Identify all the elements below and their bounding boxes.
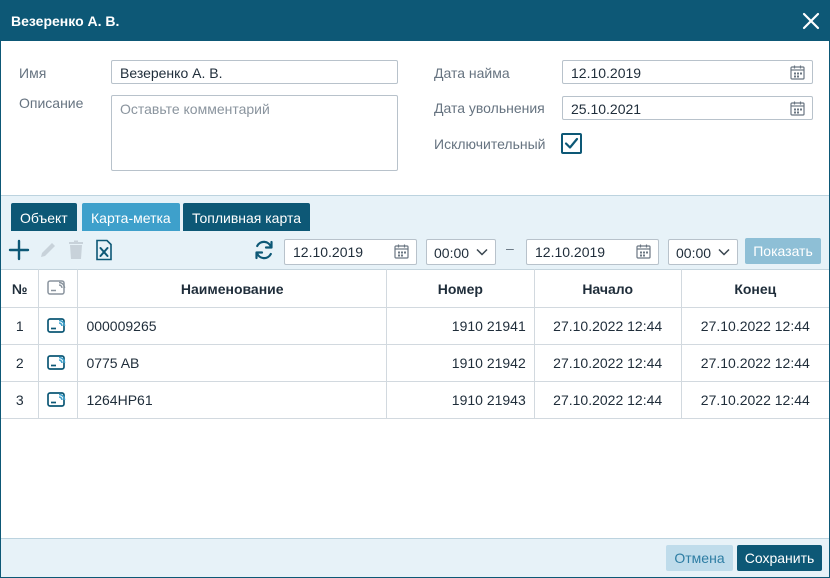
title-bar: Везеренко А. В. [1, 1, 829, 41]
date-to-value: 12.10.2019 [535, 244, 606, 260]
dialog-title: Везеренко А. В. [11, 13, 120, 29]
hire-date-input[interactable]: 12.10.2019 [562, 60, 813, 84]
row-number: 1910 21941 [385, 307, 535, 345]
date-to-input[interactable]: 12.10.2019 [526, 239, 659, 265]
dismiss-date-label: Дата увольнения [434, 100, 545, 116]
row-num: 1 [1, 307, 40, 345]
row-number: 1910 21943 [385, 381, 535, 419]
row-card-icon-cell [38, 381, 79, 419]
row-name: 000009265 [77, 307, 387, 345]
time-to-select[interactable]: 00:00 [668, 239, 738, 265]
time-from-value: 00:00 [434, 245, 470, 261]
row-number: 1910 21942 [385, 344, 535, 382]
table-row[interactable]: 3 1264HP61 1910 21943 27.10.2022 12:44 2… [1, 381, 829, 419]
column-header-name[interactable]: Наименование [77, 269, 387, 308]
exclusive-checkbox[interactable] [561, 133, 582, 154]
row-end: 27.10.2022 12:44 [680, 381, 829, 419]
time-to-value: 00:00 [676, 245, 712, 261]
name-input[interactable]: Везеренко А. В. [111, 60, 398, 84]
row-name: 0775 AB [77, 344, 387, 382]
time-from-select[interactable]: 00:00 [426, 239, 496, 265]
rfid-card-icon [47, 391, 66, 407]
rfid-card-icon [47, 354, 66, 370]
column-header-card-type[interactable] [38, 269, 79, 308]
show-button[interactable]: Показать [745, 238, 821, 264]
date-range-separator: – [506, 240, 514, 256]
check-icon [564, 137, 579, 149]
row-card-icon-cell [38, 307, 79, 345]
row-start: 27.10.2022 12:44 [533, 344, 682, 382]
dismiss-date-value: 25.10.2021 [571, 101, 642, 117]
cancel-button[interactable]: Отмена [666, 545, 733, 571]
description-textarea[interactable]: Оставьте комментарий [111, 95, 398, 171]
calendar-icon[interactable] [394, 244, 409, 259]
hire-date-value: 12.10.2019 [571, 65, 642, 81]
date-from-value: 12.10.2019 [293, 244, 364, 260]
column-header-num[interactable]: № [1, 269, 40, 308]
dismiss-date-input[interactable]: 25.10.2021 [562, 96, 813, 120]
tab-fuel-card[interactable]: Топливная карта [183, 203, 310, 232]
tab-rfid-card[interactable]: Карта-метка [82, 203, 180, 232]
rfid-card-icon [47, 280, 66, 295]
dialog-footer: Отмена Сохранить [1, 538, 829, 577]
row-card-icon-cell [38, 344, 79, 382]
table-row[interactable]: 1 000009265 1910 21941 27.10.2022 12:44 … [1, 307, 829, 345]
cards-table: № Наименование Номер Начало Конец 1 0000… [1, 269, 829, 419]
toolbar: 12.10.2019 00:00 – 12.10.2019 00:00 Пока… [1, 231, 829, 269]
employee-form: Имя Везеренко А. В. Описание Оставьте ко… [1, 41, 829, 195]
date-from-input[interactable]: 12.10.2019 [284, 239, 417, 265]
column-header-number[interactable]: Номер [385, 269, 535, 308]
row-end: 27.10.2022 12:44 [680, 344, 829, 382]
row-start: 27.10.2022 12:44 [533, 307, 682, 345]
description-label: Описание [19, 95, 84, 111]
row-num: 3 [1, 381, 40, 419]
refresh-icon[interactable] [253, 239, 275, 261]
table-row[interactable]: 2 0775 AB 1910 21942 27.10.2022 12:44 27… [1, 344, 829, 382]
calendar-icon[interactable] [636, 244, 651, 259]
chevron-down-icon [718, 248, 730, 256]
row-num: 2 [1, 344, 40, 382]
exclusive-label: Исключительный [434, 136, 546, 152]
name-label: Имя [19, 65, 47, 81]
calendar-icon[interactable] [790, 65, 805, 80]
pencil-icon [41, 243, 55, 257]
close-icon[interactable] [801, 11, 821, 31]
row-start: 27.10.2022 12:44 [533, 381, 682, 419]
rfid-card-icon [47, 317, 66, 333]
tab-object[interactable]: Объект [11, 203, 77, 232]
table-header-row: № Наименование Номер Начало Конец [1, 269, 829, 308]
tab-bar: Объект Карта-метка Топливная карта [1, 195, 829, 232]
save-button[interactable]: Сохранить [737, 545, 822, 571]
column-header-start[interactable]: Начало [533, 269, 682, 308]
column-header-end[interactable]: Конец [680, 269, 829, 308]
employee-dialog: Везеренко А. В. Имя Везеренко А. В. Опис… [0, 0, 830, 578]
calendar-icon[interactable] [790, 101, 805, 116]
chevron-down-icon [476, 248, 488, 256]
row-end: 27.10.2022 12:44 [680, 307, 829, 345]
trash-icon [69, 240, 83, 259]
excel-icon[interactable] [93, 239, 115, 261]
plus-icon[interactable] [8, 239, 30, 261]
hire-date-label: Дата найма [434, 65, 510, 81]
row-name: 1264HP61 [77, 381, 387, 419]
